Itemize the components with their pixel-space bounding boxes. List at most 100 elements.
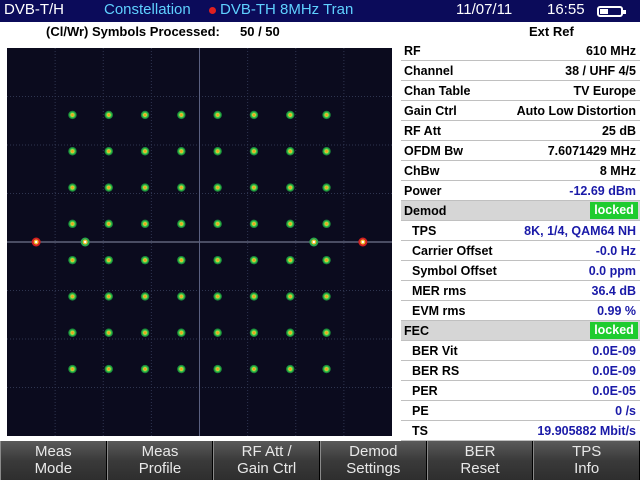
- ber-vit-row: BER Vit 0.0E-09: [401, 341, 640, 361]
- parameter-panel: RF 610 MHz Channel 38 / UHF 4/5 Chan Table TV…: [401, 41, 640, 441]
- constellation-point: [213, 255, 222, 265]
- constellation-point: [68, 183, 77, 192]
- constellation-point: [322, 328, 331, 337]
- constellation-point: [68, 364, 77, 374]
- gain-ctrl-label: Gain Ctrl: [404, 104, 457, 118]
- softkey-ber-reset[interactable]: BER Reset: [426, 441, 534, 480]
- constellation-point: [68, 147, 77, 156]
- constellation-point: [322, 183, 331, 192]
- mer-rms-label: MER rms: [412, 284, 467, 298]
- per-label: PER: [412, 384, 438, 398]
- symbol-offset-row: Symbol Offset 0.0 ppm: [401, 261, 640, 281]
- chbw-value: 8 MHz: [599, 164, 636, 178]
- constellation-point: [177, 255, 186, 265]
- per-value: 0.0E-05: [592, 384, 636, 398]
- chbw-label: ChBw: [404, 164, 440, 178]
- chbw-row: ChBw 8 MHz: [401, 161, 640, 181]
- constellation-point: [322, 292, 331, 301]
- tps-value: 8K, 1/4, QAM64 NH: [524, 224, 636, 238]
- rf-att-label: RF Att: [404, 124, 442, 138]
- pilot-point: [309, 237, 319, 247]
- softkey-demod-settings[interactable]: Demod Settings: [320, 441, 427, 480]
- constellation-point: [177, 219, 186, 229]
- softkey-label-line1: BER: [464, 443, 496, 460]
- symbol-offset-value: 0.0 ppm: [588, 264, 636, 278]
- standard-label: DVB-TH 8MHz Tran: [220, 1, 354, 18]
- per-row: PER 0.0E-05: [401, 381, 640, 401]
- constellation-point: [249, 183, 259, 192]
- softkey-rf-att-gain-ctrl[interactable]: RF Att / Gain Ctrl: [213, 441, 320, 480]
- softkey-meas-mode[interactable]: Meas Mode: [0, 441, 107, 480]
- constellation-point: [104, 255, 113, 265]
- ber-rs-value: 0.0E-09: [592, 364, 636, 378]
- gain-ctrl-value: Auto Low Distortion: [516, 104, 636, 118]
- carrier-offset-value: -0.0 Hz: [595, 244, 636, 258]
- rf-label: RF: [404, 44, 421, 58]
- constellation-point: [104, 328, 113, 337]
- softkey-label-line1: TPS: [572, 443, 602, 460]
- constellation-point: [286, 147, 295, 156]
- constellation-point: [104, 364, 113, 374]
- tps-label: TPS: [412, 224, 437, 238]
- evm-rms-value: 0.99 %: [597, 304, 636, 318]
- demod-status-badge: locked: [590, 202, 638, 219]
- pe-label: PE: [412, 404, 429, 418]
- ber-rs-label: BER RS: [412, 364, 460, 378]
- mer-rms-value: 36.4 dB: [591, 284, 636, 298]
- constellation-point: [213, 292, 222, 301]
- softkey-label-line1: Demod: [349, 443, 398, 460]
- pe-row: PE 0 /s: [401, 401, 640, 421]
- softkey-tps-info[interactable]: TPS Info: [533, 441, 640, 480]
- constellation-point: [322, 364, 331, 374]
- constellation-point: [177, 147, 186, 156]
- constellation-point: [68, 292, 77, 301]
- pe-value: 0 /s: [615, 404, 636, 418]
- constellation-point: [177, 292, 186, 301]
- power-row: Power -12.69 dBm: [401, 181, 640, 201]
- constellation-plot[interactable]: [7, 48, 392, 436]
- softkey-label-line1: Meas: [34, 443, 72, 460]
- ber-vit-label: BER Vit: [412, 344, 458, 358]
- constellation-point: [213, 364, 222, 374]
- constellation-point: [140, 292, 150, 301]
- gain-ctrl-row: Gain Ctrl Auto Low Distortion: [401, 101, 640, 121]
- chan-table-value: TV Europe: [573, 84, 636, 98]
- constellation-point: [322, 219, 331, 229]
- softkey-label-line2: Reset: [460, 460, 500, 477]
- pilot-point: [358, 237, 368, 247]
- constellation-point: [286, 219, 295, 229]
- fec-section-header: FEC locked: [401, 321, 640, 341]
- power-value: -12.69 dBm: [569, 184, 636, 198]
- rf-value: 610 MHz: [585, 44, 636, 58]
- constellation-point: [213, 183, 222, 192]
- constellation-point: [104, 147, 113, 156]
- softkey-bar: Meas Mode Meas Profile RF Att / Gain Ctrl Demo…: [0, 441, 640, 480]
- constellation-point: [249, 255, 259, 265]
- softkey-label-line2: Gain Ctrl: [237, 460, 297, 477]
- softkey-label-line2: Mode: [34, 460, 73, 477]
- chan-table-label: Chan Table: [404, 84, 471, 98]
- fec-status-badge: locked: [590, 322, 638, 339]
- constellation-point: [249, 364, 259, 374]
- date-label: 11/07/11: [456, 1, 513, 18]
- constellation-point: [68, 219, 77, 229]
- ts-label: TS: [412, 424, 428, 438]
- pilot-point: [31, 237, 41, 247]
- softkey-label-line2: Settings: [346, 460, 401, 477]
- demod-label: Demod: [404, 204, 447, 218]
- evm-rms-label: EVM rms: [412, 304, 466, 318]
- channel-row: Channel 38 / UHF 4/5: [401, 61, 640, 81]
- constellation-point: [249, 328, 259, 337]
- constellation-point: [249, 219, 259, 229]
- constellation-point: [213, 147, 222, 156]
- constellation-point: [104, 219, 113, 229]
- tps-row: TPS 8K, 1/4, QAM64 NH: [401, 221, 640, 241]
- carrier-offset-row: Carrier Offset -0.0 Hz: [401, 241, 640, 261]
- constellation-point: [286, 183, 295, 192]
- chan-table-row: Chan Table TV Europe: [401, 81, 640, 101]
- softkey-label-line2: Profile: [138, 460, 182, 477]
- softkey-meas-profile[interactable]: Meas Profile: [106, 441, 214, 480]
- ts-row: TS 19.905882 Mbit/s: [401, 421, 640, 441]
- constellation-point: [104, 110, 113, 120]
- constellation-point: [286, 328, 295, 337]
